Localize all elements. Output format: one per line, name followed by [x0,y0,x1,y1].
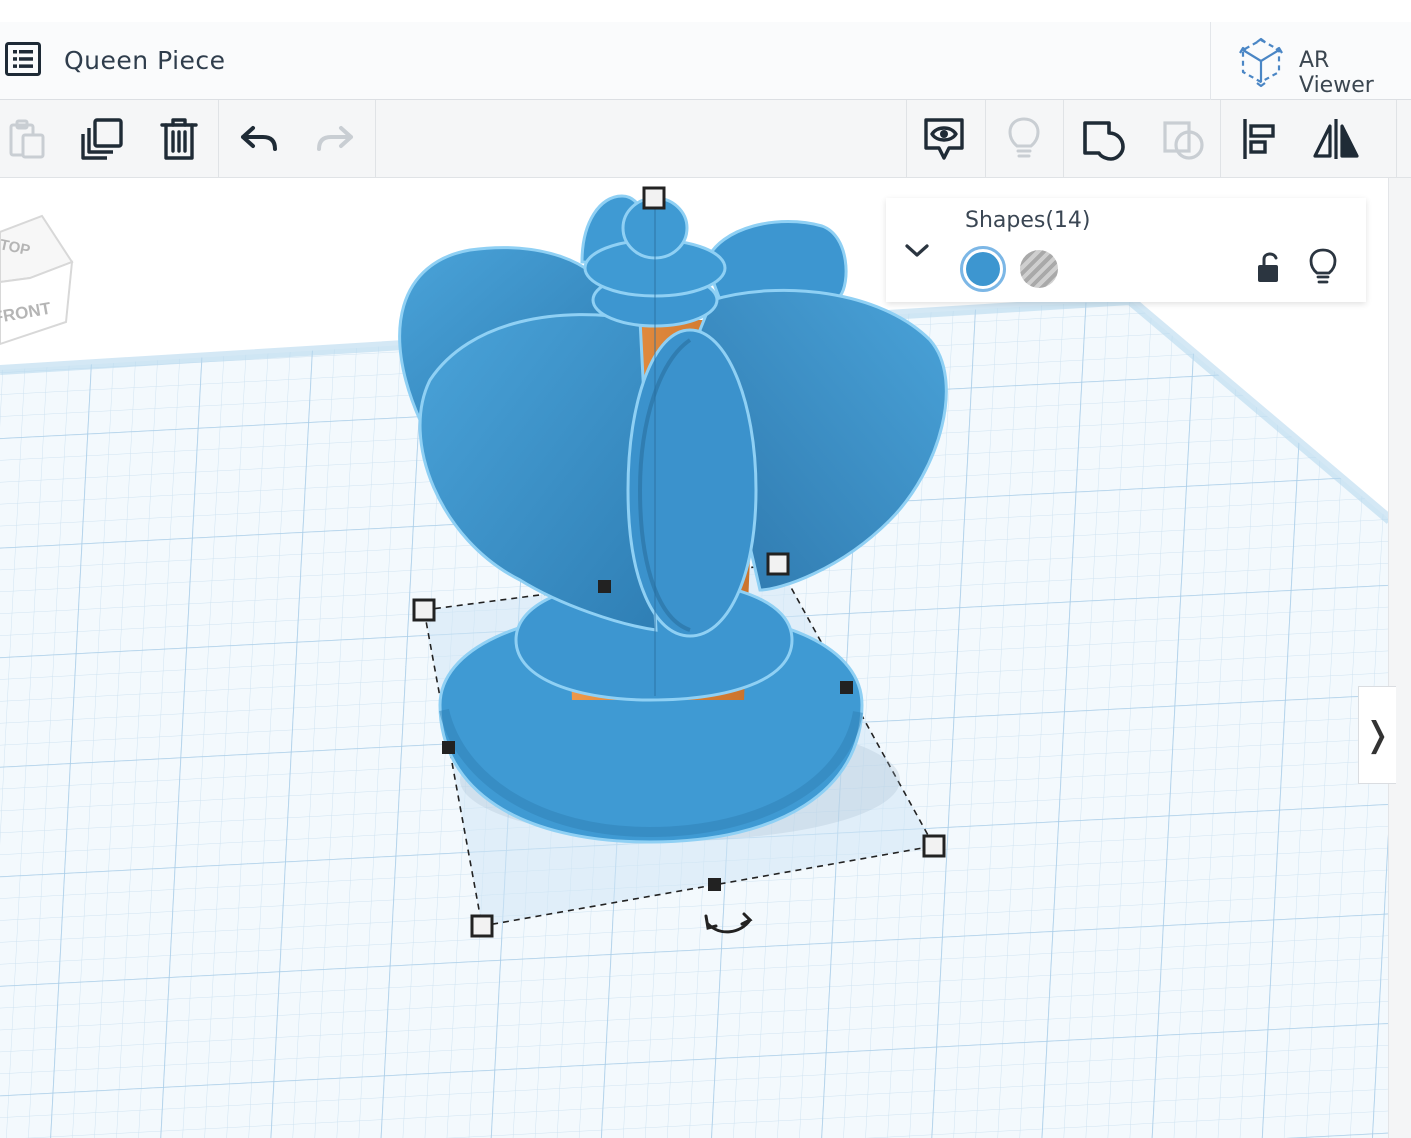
shapes-count-title: Shapes(14) [965,208,1091,233]
corner-handle[interactable] [922,834,946,858]
right-panel-edge [1388,178,1411,1138]
chevron-right-icon: ❭ [1363,715,1392,755]
comment-eye-icon [924,118,964,160]
expand-panel-tab[interactable]: ❭ [1358,686,1396,784]
workplane-viewport[interactable]: TOP FRONT [0,178,1411,1138]
chevron-down-icon [905,244,929,257]
trash-icon [160,118,198,160]
corner-handle[interactable] [470,914,494,938]
hole-swatch[interactable] [1020,250,1058,288]
list-icon [5,42,41,76]
height-handle[interactable] [642,186,666,210]
view-cube[interactable]: TOP FRONT [0,214,74,346]
notes-button[interactable] [917,112,971,166]
lightbulb-icon [1008,117,1040,158]
ar-viewer-label: AR Viewer [1299,48,1374,98]
header-bar: Queen Piece AR Viewer [0,22,1411,100]
panel-collapse-button[interactable] [900,234,934,268]
duplicate-button[interactable] [75,112,129,166]
shapes-inspector-panel: Shapes(14) [886,198,1366,302]
ar-cube-icon [1239,37,1283,88]
group-button[interactable] [1076,112,1130,166]
tinkercad-editor: Queen Piece AR Viewer TOP FRONT ❭ Shapes… [0,0,1411,1138]
paste-icon [9,119,45,159]
edge-handle[interactable] [442,741,455,754]
visibility-toggle-button[interactable] [1308,248,1340,286]
edge-handle[interactable] [708,878,721,891]
corner-handle[interactable] [766,552,790,576]
align-icon [1243,119,1275,159]
design-title[interactable]: Queen Piece [64,46,226,75]
show-all-button[interactable] [997,112,1051,166]
redo-icon [317,126,353,151]
undo-icon [241,126,277,151]
solid-color-swatch[interactable] [960,246,1006,292]
ar-viewer-button[interactable]: AR Viewer [1210,22,1411,100]
duplicate-icon [81,118,123,160]
ungroup-icon [1163,121,1204,160]
align-button[interactable] [1232,112,1286,166]
workplane-scene[interactable]: TOP FRONT [0,178,1411,1138]
main-toolbar [0,100,1411,178]
group-icon [1083,121,1125,161]
undo-button[interactable] [232,112,286,166]
design-menu-button[interactable] [4,40,42,78]
mirror-icon [1313,119,1359,159]
mirror-button[interactable] [1309,112,1363,166]
unlock-icon [1258,252,1278,282]
paste-button[interactable] [0,112,54,166]
lock-toggle-button[interactable] [1254,250,1286,286]
ungroup-button[interactable] [1156,112,1210,166]
edge-handle[interactable] [598,580,611,593]
lightbulb-icon [1309,248,1337,284]
redo-button[interactable] [308,112,362,166]
delete-button[interactable] [152,112,206,166]
corner-handle[interactable] [412,598,436,622]
edge-handle[interactable] [840,681,853,694]
